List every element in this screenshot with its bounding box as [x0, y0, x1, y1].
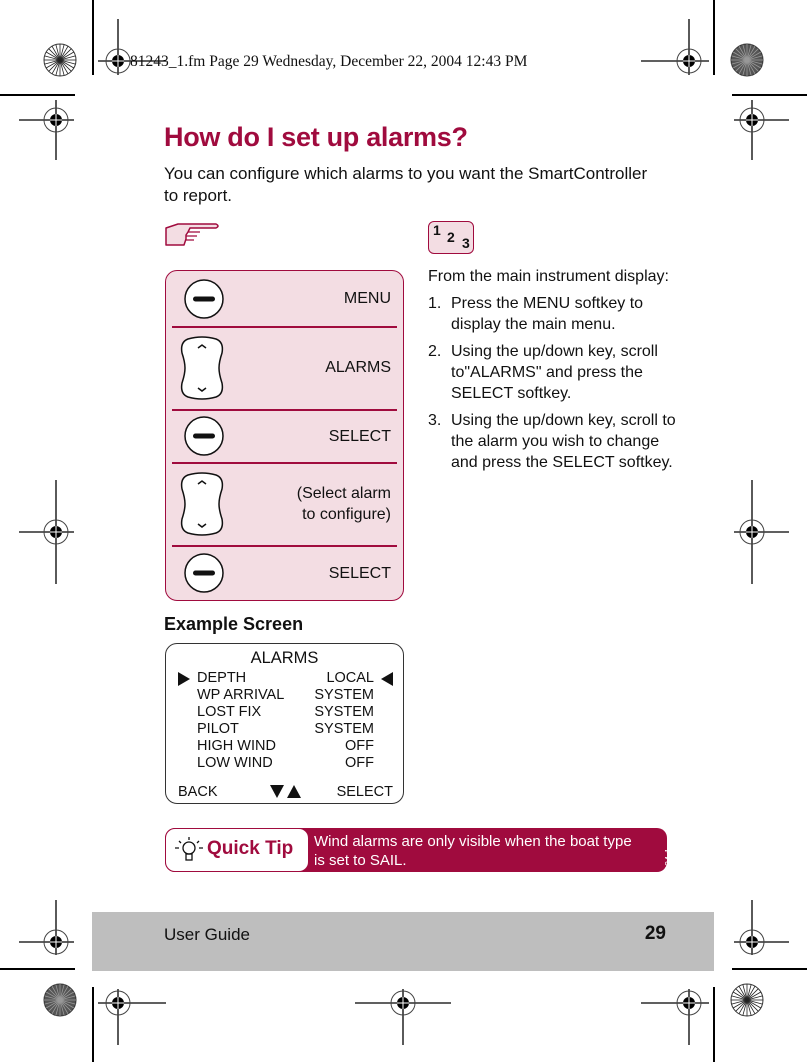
crop-line — [0, 94, 75, 96]
footer-guide-title: User Guide — [164, 925, 250, 944]
alarm-name: PILOT — [197, 721, 239, 737]
example-alarms-screen: ALARMS DEPTH LOCAL WP ARRIVAL SYSTEM LOS… — [165, 643, 404, 804]
crop-line — [713, 987, 715, 1062]
keypad-label-select: SELECT — [328, 428, 391, 445]
quick-tip-text: Wind alarms are only visible when the bo… — [314, 833, 632, 869]
crop-line — [92, 0, 94, 75]
alarm-name: DEPTH — [197, 670, 247, 686]
instruction-steps: 1. Press the MENU softkey to display the… — [428, 293, 678, 473]
keypad-label-alarms: ALARMS — [325, 359, 391, 376]
scroll-down-arrow-icon — [270, 785, 284, 798]
alarm-name: WP ARRIVAL — [197, 687, 285, 703]
alarm-row: PILOT SYSTEM — [166, 721, 403, 738]
alarm-row: LOW WIND OFF — [166, 755, 403, 772]
screen-title: ALARMS — [250, 649, 319, 667]
up-down-key-icon — [180, 336, 224, 400]
up-down-key-icon — [180, 472, 224, 536]
screen-select-label: SELECT — [336, 784, 393, 800]
page-title: How do I set up alarms? — [164, 122, 468, 152]
instruction-step: 3. Using the up/down key, scroll to the … — [428, 410, 678, 473]
instructions: From the main instrument display: 1. Pre… — [428, 266, 678, 479]
crop-line — [732, 94, 807, 96]
quick-tip-label: Quick Tip — [207, 838, 294, 859]
quick-tip-box: Quick Tip Wind alarms are only visible w… — [165, 828, 674, 883]
keypad-step: MENU — [166, 271, 403, 326]
alarm-value: SYSTEM — [314, 704, 374, 720]
crop-line — [0, 968, 75, 970]
step-digit: 1 — [433, 222, 441, 238]
step-text: Using the up/down key, scroll to the ala… — [451, 412, 676, 471]
alarm-value: OFF — [345, 738, 374, 754]
alarm-name: HIGH WIND — [197, 738, 276, 754]
alarm-row: DEPTH LOCAL — [166, 670, 403, 687]
alarm-value: SYSTEM — [314, 721, 374, 737]
crop-line — [713, 0, 715, 75]
step-digit: 2 — [447, 229, 455, 245]
lightbulb-icon — [175, 837, 203, 861]
keypad-step: SELECT — [166, 410, 403, 463]
pointing-hand-icon — [164, 222, 224, 253]
keypad-step: SELECT — [166, 546, 403, 601]
example-screen-heading: Example Screen — [164, 614, 304, 634]
keypad-step: (Select alarm to configure) — [166, 463, 403, 545]
step-number: 1. — [428, 295, 442, 312]
softkey-icon — [184, 553, 224, 593]
crop-line — [92, 987, 94, 1062]
step-number: 3. — [428, 412, 442, 429]
screen-back-label: BACK — [178, 784, 218, 800]
numbered-steps-icon: 1 2 3 — [428, 221, 474, 254]
print-slug: 81243_1.fm Page 29 Wednesday, December 2… — [130, 53, 528, 70]
keypad-label-select-alarm: (Select alarm to configure) — [296, 485, 391, 523]
softkey-icon — [184, 416, 224, 456]
keypad-label-select: SELECT — [328, 565, 391, 582]
alarm-name: LOW WIND — [197, 755, 273, 771]
step-number: 2. — [428, 343, 442, 360]
alarm-value: SYSTEM — [314, 687, 374, 703]
instruction-step: 2. Using the up/down key, scroll to"ALAR… — [428, 341, 678, 404]
quick-tip-label-box: Quick Tip — [165, 828, 309, 872]
intro-text: You can configure which alarms to you wa… — [164, 164, 648, 205]
page-number: 29 — [644, 923, 666, 944]
page-footer: User Guide 29 — [92, 912, 714, 971]
alarm-value: LOCAL — [326, 670, 374, 686]
alarm-row: LOST FIX SYSTEM — [166, 704, 403, 721]
keypad-step: ALARMS — [166, 327, 403, 409]
keypad-sequence-panel: MENU ALARMS SELECT (Select alarm to conf… — [165, 270, 404, 601]
alarm-name: LOST FIX — [197, 704, 262, 720]
alarm-value: OFF — [345, 755, 374, 771]
softkey-icon — [184, 279, 224, 319]
instructions-lead: From the main instrument display: — [428, 268, 669, 285]
alarm-row: HIGH WIND OFF — [166, 738, 403, 755]
step-text: Using the up/down key, scroll to"ALARMS"… — [451, 343, 658, 402]
figure-code: D7634-1 — [664, 848, 674, 883]
crop-line — [732, 968, 807, 970]
scroll-up-arrow-icon — [287, 785, 301, 798]
keypad-label-menu: MENU — [343, 290, 391, 307]
step-text: Press the MENU softkey to display the ma… — [451, 295, 644, 333]
step-digit: 3 — [462, 235, 470, 251]
alarm-row: WP ARRIVAL SYSTEM — [166, 687, 403, 704]
instruction-step: 1. Press the MENU softkey to display the… — [428, 293, 678, 335]
